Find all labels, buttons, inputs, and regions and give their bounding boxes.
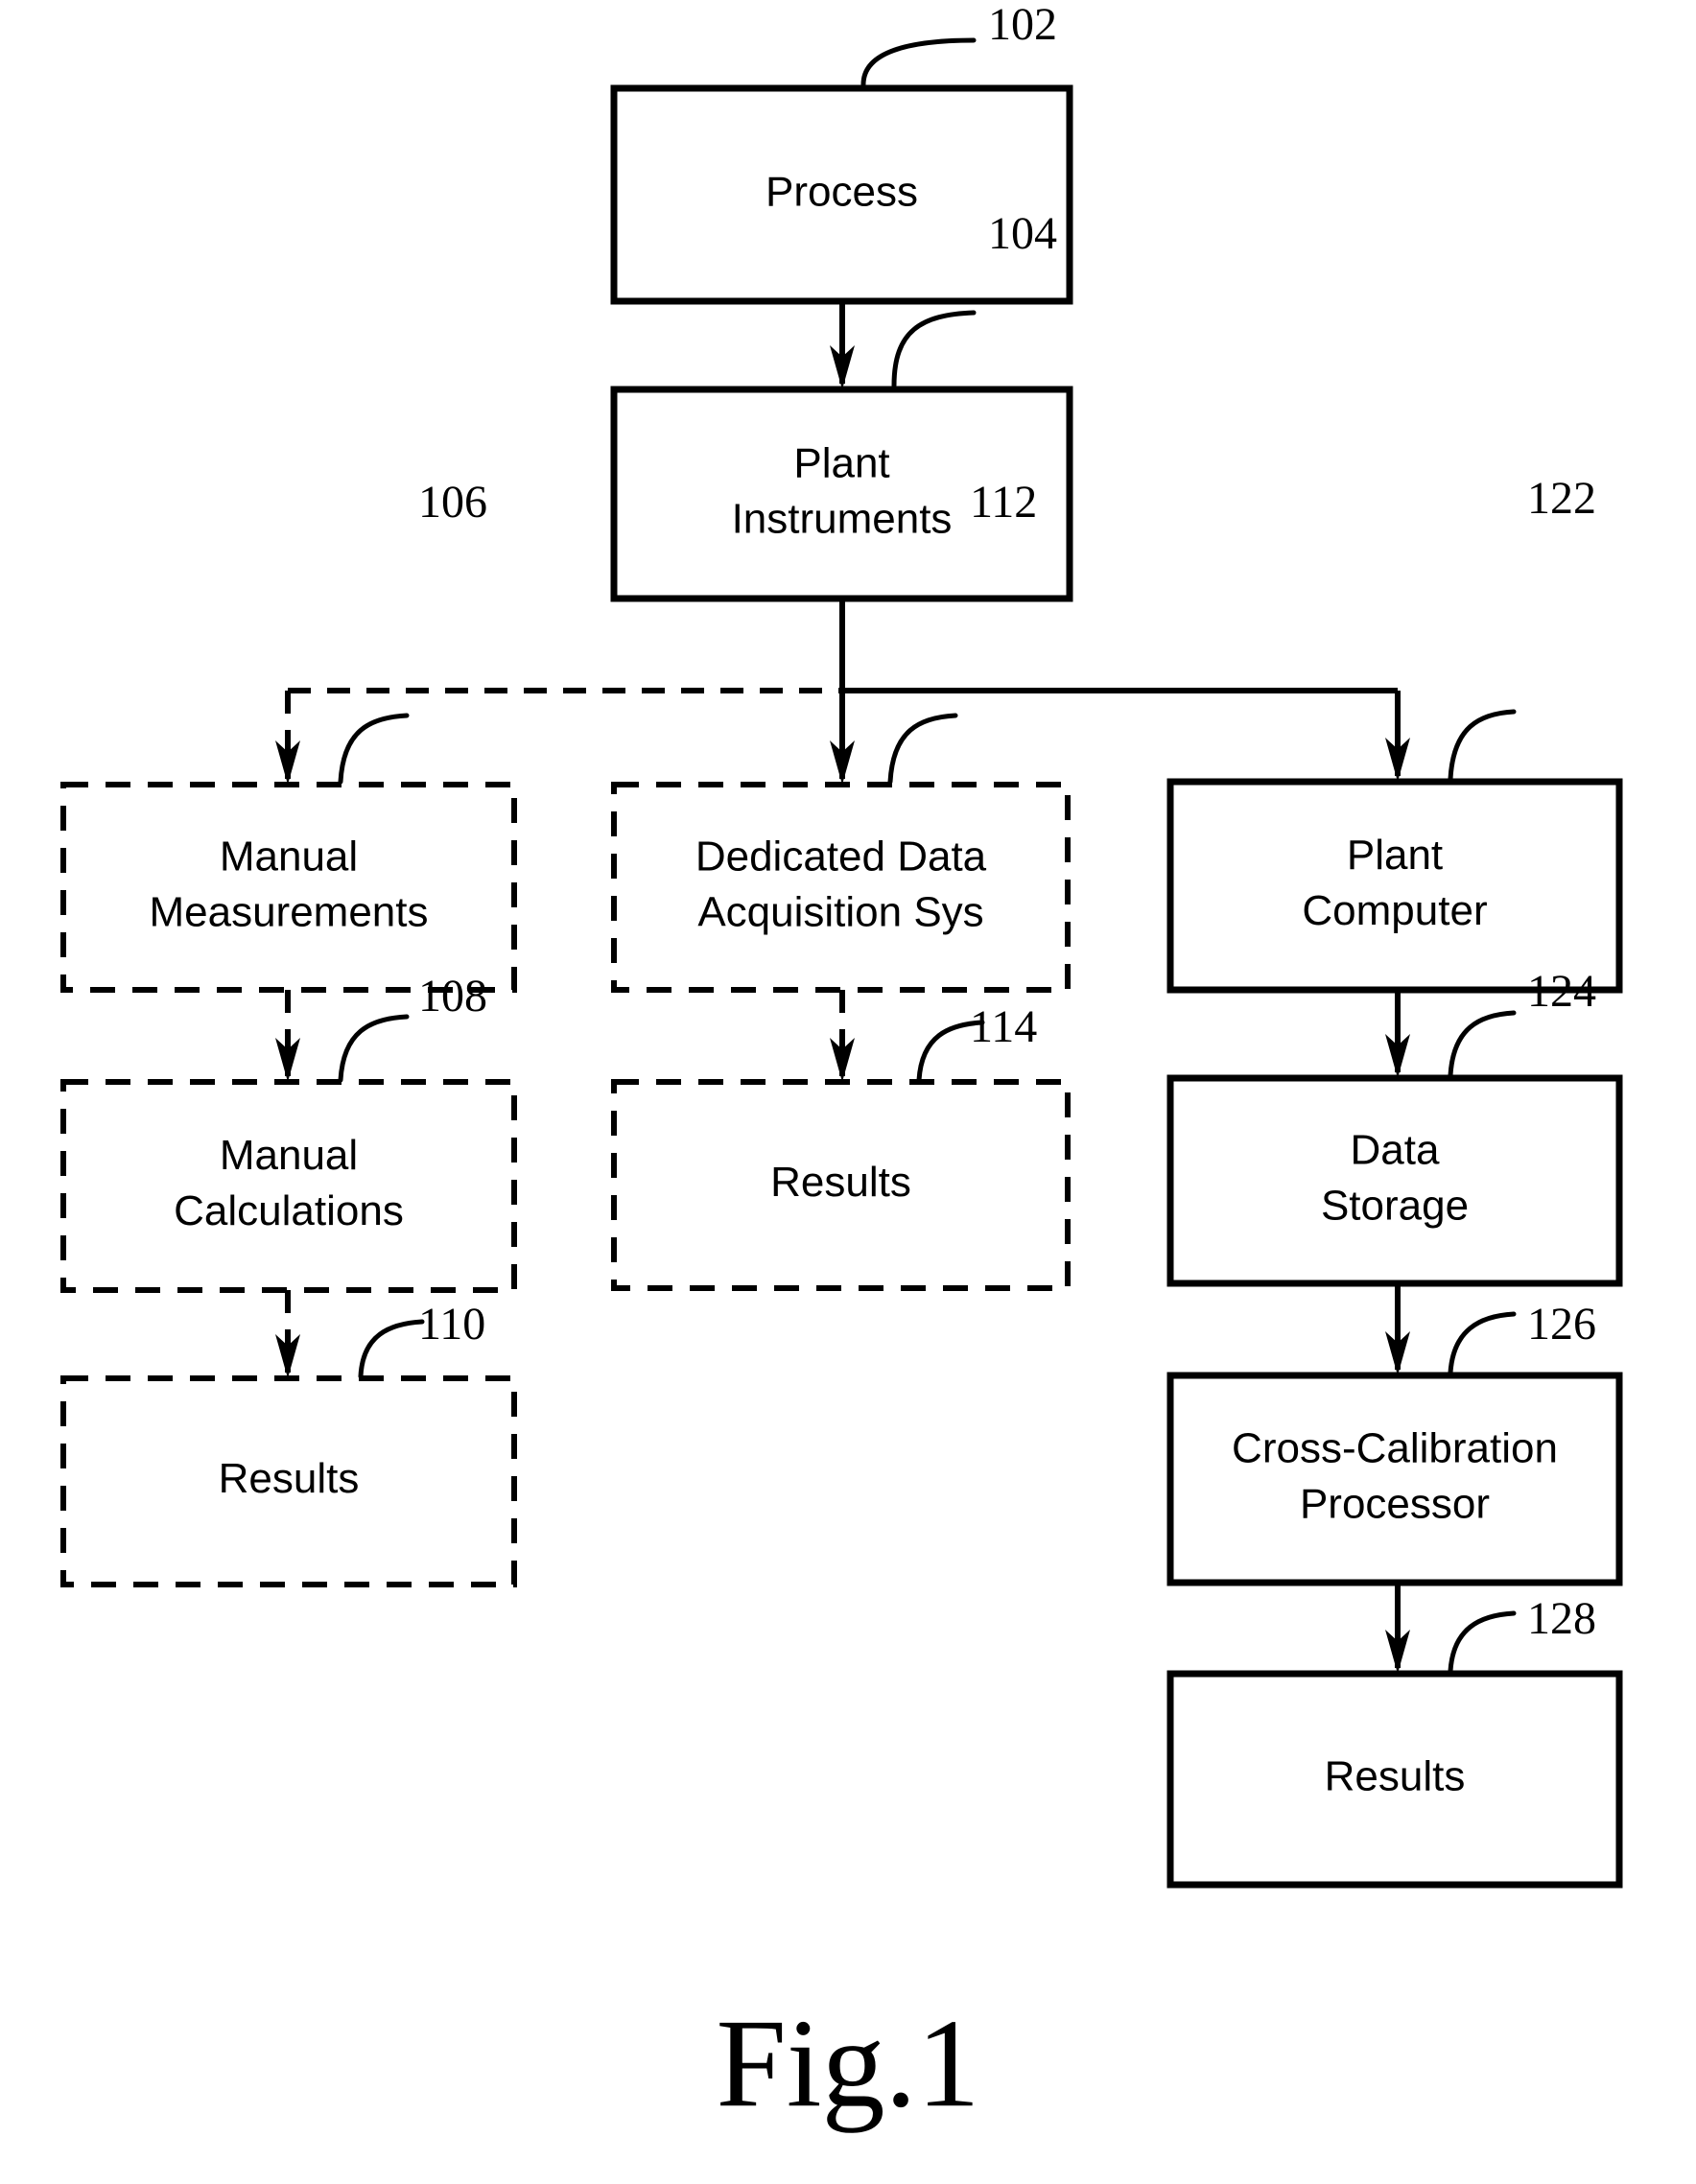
leader-line-102 bbox=[860, 37, 977, 87]
node-label-manual-results: Results bbox=[219, 1455, 360, 1502]
reference-numeral-128: 128 bbox=[1527, 1593, 1596, 1644]
leader-line-108 bbox=[338, 1014, 410, 1083]
node-label-cross-calibration-processor: Cross-Calibration bbox=[1232, 1425, 1558, 1472]
node-label-manual-calculations: Manual bbox=[220, 1132, 358, 1179]
leader-line-128 bbox=[1448, 1610, 1517, 1674]
node-box-plant-computer[interactable] bbox=[1166, 778, 1623, 994]
node-dedicated-daq[interactable]: Dedicated Data Acquisition Sys bbox=[611, 782, 1071, 993]
node-box-cross-calibration-processor[interactable] bbox=[1166, 1372, 1623, 1586]
node-label-plant-instruments: Instruments bbox=[732, 496, 953, 543]
reference-numeral-126: 126 bbox=[1527, 1299, 1596, 1350]
node-cross-calibration-processor[interactable]: Cross-Calibration Processor bbox=[1166, 1372, 1623, 1586]
node-label-plant-computer: Computer bbox=[1302, 887, 1487, 934]
node-label-dedicated-daq: Dedicated Data bbox=[695, 834, 987, 881]
node-plant-computer[interactable]: Plant Computer bbox=[1166, 778, 1623, 994]
node-manual-measurements[interactable]: Manual Measurements bbox=[60, 782, 517, 993]
reference-numeral-124: 124 bbox=[1527, 966, 1596, 1017]
patent-figure-1: Process Plant Instruments Manual Measurement… bbox=[0, 0, 1696, 2184]
node-data-storage[interactable]: Data Storage bbox=[1166, 1074, 1623, 1287]
reference-numeral-114: 114 bbox=[970, 1001, 1037, 1052]
node-label-daq-results: Results bbox=[770, 1159, 911, 1206]
node-daq-results[interactable]: Results bbox=[611, 1079, 1071, 1291]
reference-numeral-106: 106 bbox=[418, 477, 487, 528]
node-label-plant-computer: Plant bbox=[1347, 832, 1443, 879]
leader-line-122 bbox=[1448, 709, 1517, 782]
node-process[interactable]: Process bbox=[610, 84, 1073, 305]
node-label-manual-measurements: Manual bbox=[220, 834, 358, 881]
node-box-dedicated-daq[interactable] bbox=[611, 782, 1071, 993]
reference-numeral-102: 102 bbox=[988, 0, 1057, 50]
figure-caption: Fig.1 bbox=[716, 1992, 979, 2133]
reference-numeral-104: 104 bbox=[988, 208, 1057, 259]
leader-line-112 bbox=[887, 713, 958, 785]
leader-line-106 bbox=[338, 713, 410, 785]
node-label-data-storage: Storage bbox=[1321, 1183, 1469, 1230]
leader-line-126 bbox=[1448, 1311, 1517, 1375]
flowchart-canvas: Process Plant Instruments Manual Measurement… bbox=[60, 0, 1623, 2133]
node-manual-calculations[interactable]: Manual Calculations bbox=[60, 1079, 517, 1293]
node-label-manual-calculations: Calculations bbox=[174, 1187, 404, 1234]
node-label-process: Process bbox=[766, 169, 918, 216]
reference-numeral-108: 108 bbox=[418, 971, 487, 1022]
node-box-manual-calculations[interactable] bbox=[60, 1079, 517, 1293]
node-box-data-storage[interactable] bbox=[1166, 1074, 1623, 1287]
reference-numeral-110: 110 bbox=[418, 1299, 485, 1350]
node-label-manual-measurements: Measurements bbox=[149, 889, 428, 936]
node-final-results[interactable]: Results bbox=[1166, 1670, 1623, 1889]
reference-numeral-112: 112 bbox=[970, 477, 1037, 528]
node-manual-results[interactable]: Results bbox=[60, 1375, 517, 1587]
node-label-plant-instruments: Plant bbox=[793, 440, 889, 487]
node-label-dedicated-daq: Acquisition Sys bbox=[697, 889, 983, 936]
node-label-cross-calibration-processor: Processor bbox=[1300, 1481, 1490, 1528]
leader-line-104 bbox=[891, 310, 977, 388]
reference-numeral-122: 122 bbox=[1527, 473, 1596, 524]
node-box-manual-measurements[interactable] bbox=[60, 782, 517, 993]
node-label-data-storage: Data bbox=[1351, 1127, 1440, 1174]
leader-line-110 bbox=[358, 1319, 425, 1379]
leader-line-124 bbox=[1448, 1010, 1517, 1078]
node-label-final-results: Results bbox=[1325, 1753, 1466, 1800]
